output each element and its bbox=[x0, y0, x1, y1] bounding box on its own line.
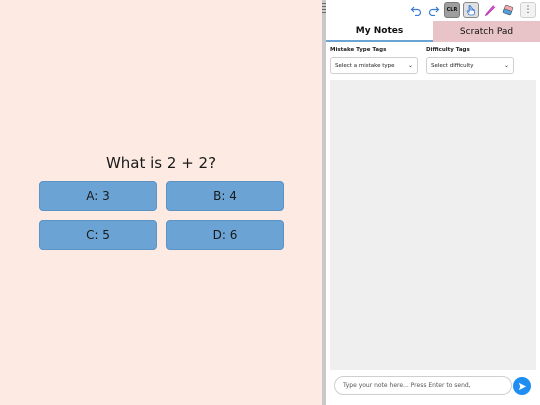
tab-my-notes[interactable]: My Notes bbox=[326, 21, 433, 42]
send-icon bbox=[518, 382, 526, 390]
tag-filters: Mistake Type Tags Select a mistake type … bbox=[330, 47, 536, 75]
undo-icon[interactable] bbox=[408, 2, 424, 18]
notes-toolbar: CLR ⋮ bbox=[326, 0, 540, 20]
mistake-type-select[interactable]: Select a mistake type ⌄ bbox=[330, 57, 418, 74]
pen-icon[interactable] bbox=[482, 2, 498, 18]
difficulty-value: Select difficulty bbox=[431, 62, 474, 69]
mistake-type-filter: Mistake Type Tags Select a mistake type … bbox=[330, 47, 418, 74]
more-vertical-icon[interactable]: ⋮ bbox=[520, 2, 536, 18]
difficulty-filter: Difficulty Tags Select difficulty ⌄ bbox=[426, 47, 514, 74]
redo-icon[interactable] bbox=[426, 2, 442, 18]
notes-list-area[interactable] bbox=[330, 80, 536, 370]
tab-scratch-pad[interactable]: Scratch Pad bbox=[433, 21, 540, 42]
answer-button-a[interactable]: A: 3 bbox=[39, 181, 157, 211]
answer-button-b[interactable]: B: 4 bbox=[166, 181, 284, 211]
eraser-icon[interactable] bbox=[500, 2, 516, 18]
mistake-type-label: Mistake Type Tags bbox=[330, 47, 387, 53]
note-input-placeholder: Type your note here... Press Enter to se… bbox=[343, 382, 471, 389]
note-input[interactable]: Type your note here... Press Enter to se… bbox=[334, 376, 512, 395]
chevron-down-icon: ⌄ bbox=[407, 62, 413, 69]
chevron-down-icon: ⌄ bbox=[503, 62, 509, 69]
hand-pointer-icon[interactable] bbox=[463, 2, 479, 18]
notes-pane: CLR ⋮ My Notes Scratch Pad Mistake Type … bbox=[326, 0, 540, 405]
difficulty-label: Difficulty Tags bbox=[426, 47, 470, 53]
difficulty-select[interactable]: Select difficulty ⌄ bbox=[426, 57, 514, 74]
answer-button-c[interactable]: C: 5 bbox=[39, 220, 157, 250]
mistake-type-value: Select a mistake type bbox=[335, 62, 395, 69]
clear-button[interactable]: CLR bbox=[444, 2, 460, 18]
send-button[interactable] bbox=[513, 377, 531, 395]
question-text: What is 2 + 2? bbox=[105, 154, 217, 172]
answer-button-d[interactable]: D: 6 bbox=[166, 220, 284, 250]
quiz-pane: What is 2 + 2? A: 3 B: 4 C: 5 D: 6 bbox=[0, 0, 322, 405]
notes-tabs: My Notes Scratch Pad bbox=[326, 21, 540, 42]
